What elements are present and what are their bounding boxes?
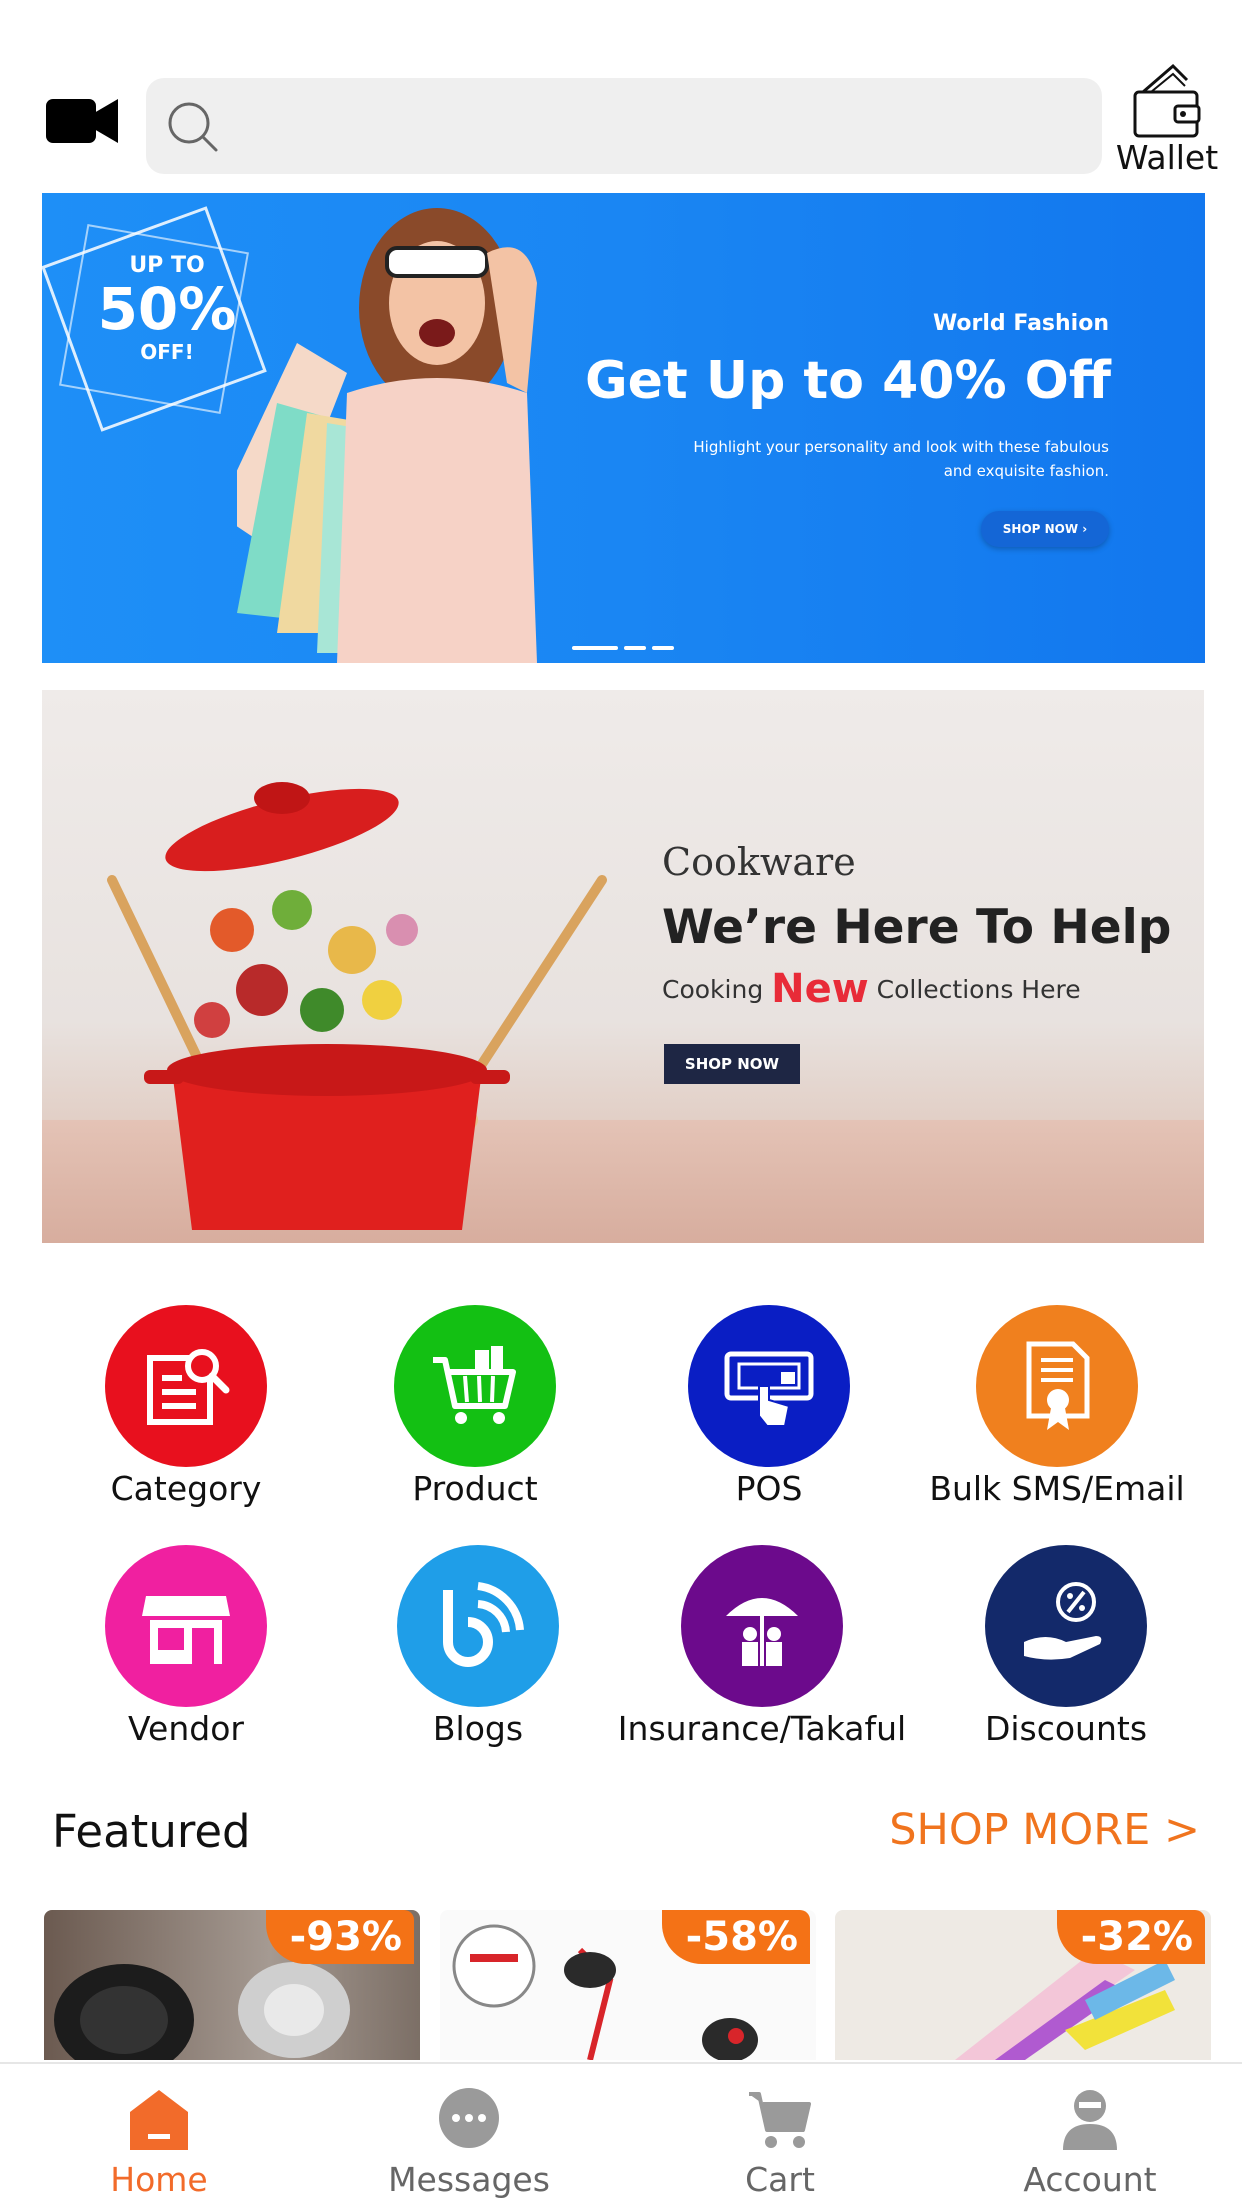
subtitle-post: Collections Here: [876, 975, 1081, 1004]
grid-label: Blogs: [432, 1709, 524, 1748]
grid-item-bulk-sms-email[interactable]: Bulk SMS/Email: [912, 1305, 1202, 1508]
subtitle-pre: Cooking: [662, 975, 764, 1004]
discount-badge: -32%: [1056, 1910, 1205, 1964]
user-icon: [1063, 2090, 1117, 2150]
cart-icon: [749, 2092, 811, 2148]
cookware-banner[interactable]: Cookware We’re Here To Help Cooking New …: [42, 690, 1204, 1243]
featured-title: Featured: [52, 1805, 251, 1858]
product-card[interactable]: -58%: [440, 1910, 816, 2060]
grid-item-pos[interactable]: POS: [624, 1305, 914, 1508]
promo-badge: UP TO 50% OFF!: [82, 253, 252, 364]
storefront-icon: [142, 1596, 230, 1664]
home-icon: [130, 2090, 188, 2150]
fashion-model-image: [237, 208, 537, 663]
nav-account[interactable]: Account: [935, 2064, 1242, 2210]
banner-kicker: World Fashion: [932, 311, 1109, 336]
insurance-circle: [681, 1545, 843, 1707]
grid-item-blogs[interactable]: Blogs: [333, 1545, 623, 1748]
wallet-icon: [1133, 63, 1201, 138]
grid-item-category[interactable]: Category: [41, 1305, 331, 1508]
blog-icon: [443, 1582, 524, 1667]
bottom-nav: Home Messages Cart Account: [0, 2062, 1242, 2210]
certificate-icon: [1026, 1341, 1090, 1430]
grid-item-product[interactable]: Product: [330, 1305, 620, 1508]
nav-label: Account: [1023, 2160, 1157, 2199]
grid-label: POS: [735, 1469, 803, 1508]
video-camera-icon[interactable]: [46, 95, 118, 147]
discount-badge: -58%: [661, 1910, 810, 1964]
promo-line2: 50%: [97, 275, 237, 343]
nav-messages[interactable]: Messages: [314, 2064, 624, 2210]
shop-now-button[interactable]: SHOP NOW: [664, 1044, 800, 1084]
category-circle: [105, 1305, 267, 1467]
banner-subtitle: Cooking New Collections Here: [662, 966, 1081, 1012]
bulk-sms-circle: [976, 1305, 1138, 1467]
carousel-dot-active[interactable]: [572, 645, 618, 650]
discounts-circle: [985, 1545, 1147, 1707]
banner-title: We’re Here To Help: [662, 900, 1172, 955]
cookware-pot-image: [107, 782, 607, 1230]
chat-bubble-icon: [439, 2088, 499, 2148]
shopping-cart-icon: [433, 1346, 516, 1424]
wallet-button[interactable]: Wallet: [1112, 62, 1222, 182]
carousel-dot[interactable]: [624, 645, 646, 650]
nav-cart[interactable]: Cart: [625, 2064, 935, 2210]
grid-label: Category: [110, 1469, 262, 1508]
blogs-circle: [397, 1545, 559, 1707]
banner-description: Highlight your personality and look with…: [693, 438, 1109, 480]
wallet-label: Wallet: [1115, 138, 1219, 177]
shop-more-link[interactable]: SHOP MORE >: [889, 1805, 1200, 1855]
top-bar: Wallet: [0, 0, 1242, 190]
shop-now-button[interactable]: SHOP NOW ›: [981, 511, 1109, 547]
carousel-dot[interactable]: [652, 645, 674, 650]
category-search-icon: [147, 1349, 230, 1425]
grid-label: Discounts: [984, 1709, 1148, 1748]
search-bar[interactable]: [146, 78, 1102, 176]
carousel-indicator[interactable]: [572, 637, 680, 656]
grid-item-vendor[interactable]: Vendor: [41, 1545, 331, 1748]
subtitle-new: New: [771, 966, 869, 1012]
search-icon: [168, 102, 218, 152]
product-circle: [394, 1305, 556, 1467]
nav-label: Cart: [745, 2160, 815, 2199]
banner-title: Get Up to 40% Off: [584, 351, 1111, 411]
pos-circle: [688, 1305, 850, 1467]
pos-terminal-icon: [724, 1351, 814, 1427]
grid-label: Insurance/Takaful: [617, 1709, 907, 1748]
discount-hand-icon: [1024, 1582, 1102, 1660]
grid-item-discounts[interactable]: Discounts: [921, 1545, 1211, 1748]
featured-products: -93% -58% -32%: [0, 1910, 1242, 2060]
product-card[interactable]: -93%: [44, 1910, 420, 2060]
fashion-banner[interactable]: UP TO 50% OFF! World Fashion Get Up to 4…: [42, 193, 1205, 663]
nav-label: Messages: [388, 2160, 550, 2199]
nav-label: Home: [110, 2160, 208, 2199]
promo-line3: OFF!: [140, 340, 194, 364]
grid-label: Product: [412, 1469, 538, 1508]
grid-label: Vendor: [128, 1709, 244, 1748]
product-card[interactable]: -32%: [835, 1910, 1211, 2060]
banner-heading: Cookware: [662, 840, 856, 884]
nav-home[interactable]: Home: [4, 2064, 314, 2210]
discount-badge: -93%: [265, 1910, 414, 1964]
vendor-circle: [105, 1545, 267, 1707]
umbrella-family-icon: [726, 1598, 798, 1666]
search-input[interactable]: [236, 78, 1090, 176]
grid-item-insurance[interactable]: Insurance/Takaful: [617, 1545, 907, 1748]
grid-label: Bulk SMS/Email: [929, 1469, 1185, 1508]
